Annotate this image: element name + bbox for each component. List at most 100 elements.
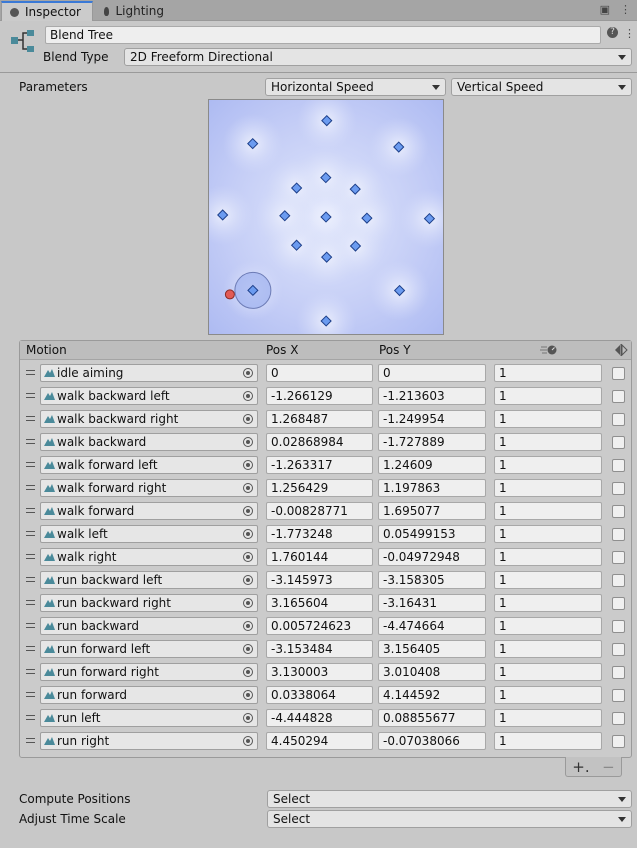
object-picker-icon[interactable] bbox=[243, 552, 253, 562]
object-picker-icon[interactable] bbox=[243, 506, 253, 516]
speed-field[interactable]: 1 bbox=[494, 640, 602, 658]
speed-field[interactable]: 1 bbox=[494, 387, 602, 405]
motion-field[interactable]: walk backward left bbox=[40, 387, 258, 405]
motion-field[interactable]: run right bbox=[40, 732, 258, 750]
pos-y-field[interactable]: 3.010408 bbox=[378, 663, 486, 681]
compute-positions-dropdown[interactable]: Select bbox=[267, 790, 632, 808]
motion-field[interactable]: walk forward right bbox=[40, 479, 258, 497]
pos-x-field[interactable]: 1.760144 bbox=[266, 548, 373, 566]
pos-y-field[interactable]: -0.04972948 bbox=[378, 548, 486, 566]
mirror-checkbox[interactable] bbox=[612, 574, 625, 587]
more-icon[interactable]: ⋮ bbox=[620, 3, 631, 16]
drag-handle-icon[interactable] bbox=[26, 623, 35, 628]
drag-handle-icon[interactable] bbox=[26, 485, 35, 490]
pos-y-field[interactable]: -1.213603 bbox=[378, 387, 486, 405]
speed-field[interactable]: 1 bbox=[494, 686, 602, 704]
motion-field[interactable]: run backward left bbox=[40, 571, 258, 589]
mirror-checkbox[interactable] bbox=[612, 390, 625, 403]
speed-field[interactable]: 1 bbox=[494, 364, 602, 382]
object-picker-icon[interactable] bbox=[243, 437, 253, 447]
pos-x-field[interactable]: -3.153484 bbox=[266, 640, 373, 658]
motion-field[interactable]: run forward bbox=[40, 686, 258, 704]
object-picker-icon[interactable] bbox=[243, 644, 253, 654]
object-picker-icon[interactable] bbox=[243, 690, 253, 700]
pos-x-field[interactable]: -1.773248 bbox=[266, 525, 373, 543]
pos-y-field[interactable]: 4.144592 bbox=[378, 686, 486, 704]
motion-field[interactable]: run backward bbox=[40, 617, 258, 635]
object-picker-icon[interactable] bbox=[243, 736, 253, 746]
speed-field[interactable]: 1 bbox=[494, 571, 602, 589]
blend-type-dropdown[interactable]: 2D Freeform Directional bbox=[124, 48, 632, 66]
mirror-checkbox[interactable] bbox=[612, 735, 625, 748]
drag-handle-icon[interactable] bbox=[26, 577, 35, 582]
speed-field[interactable]: 1 bbox=[494, 617, 602, 635]
speed-field[interactable]: 1 bbox=[494, 456, 602, 474]
pos-y-field[interactable]: -1.727889 bbox=[378, 433, 486, 451]
object-picker-icon[interactable] bbox=[243, 529, 253, 539]
pos-y-field[interactable]: -0.07038066 bbox=[378, 732, 486, 750]
object-picker-icon[interactable] bbox=[243, 368, 253, 378]
speed-field[interactable]: 1 bbox=[494, 594, 602, 612]
mirror-checkbox[interactable] bbox=[612, 482, 625, 495]
drag-handle-icon[interactable] bbox=[26, 370, 35, 375]
motion-field[interactable]: walk backward right bbox=[40, 410, 258, 428]
pos-x-field[interactable]: 0.02868984 bbox=[266, 433, 373, 451]
mirror-checkbox[interactable] bbox=[612, 666, 625, 679]
object-picker-icon[interactable] bbox=[243, 460, 253, 470]
help-icon[interactable]: ? bbox=[607, 27, 618, 38]
mirror-checkbox[interactable] bbox=[612, 551, 625, 564]
blend-diagram[interactable] bbox=[208, 99, 444, 335]
pos-y-field[interactable]: 1.695077 bbox=[378, 502, 486, 520]
speed-field[interactable]: 1 bbox=[494, 525, 602, 543]
motion-field[interactable]: run forward left bbox=[40, 640, 258, 658]
object-picker-icon[interactable] bbox=[243, 483, 253, 493]
motion-field[interactable]: run backward right bbox=[40, 594, 258, 612]
drag-handle-icon[interactable] bbox=[26, 508, 35, 513]
pos-y-field[interactable]: 0 bbox=[378, 364, 486, 382]
pos-x-field[interactable]: 3.165604 bbox=[266, 594, 373, 612]
mirror-checkbox[interactable] bbox=[612, 643, 625, 656]
pos-x-field[interactable]: -1.263317 bbox=[266, 456, 373, 474]
speed-field[interactable]: 1 bbox=[494, 479, 602, 497]
mirror-checkbox[interactable] bbox=[612, 597, 625, 610]
object-picker-icon[interactable] bbox=[243, 575, 253, 585]
mirror-checkbox[interactable] bbox=[612, 436, 625, 449]
tab-inspector[interactable]: Inspector bbox=[1, 1, 93, 21]
name-field[interactable]: Blend Tree bbox=[45, 26, 601, 44]
mirror-checkbox[interactable] bbox=[612, 367, 625, 380]
motion-field[interactable]: walk forward bbox=[40, 502, 258, 520]
pos-x-field[interactable]: 1.256429 bbox=[266, 479, 373, 497]
adjust-time-scale-dropdown[interactable]: Select bbox=[267, 810, 632, 828]
motion-field[interactable]: walk forward left bbox=[40, 456, 258, 474]
speed-field[interactable]: 1 bbox=[494, 732, 602, 750]
speed-field[interactable]: 1 bbox=[494, 663, 602, 681]
drag-handle-icon[interactable] bbox=[26, 692, 35, 697]
object-picker-icon[interactable] bbox=[243, 598, 253, 608]
pos-x-field[interactable]: 0.0338064 bbox=[266, 686, 373, 704]
speed-field[interactable]: 1 bbox=[494, 709, 602, 727]
pos-y-field[interactable]: -4.474664 bbox=[378, 617, 486, 635]
pos-x-field[interactable]: 1.268487 bbox=[266, 410, 373, 428]
pos-y-field[interactable]: 1.24609 bbox=[378, 456, 486, 474]
add-button[interactable]: +. bbox=[572, 758, 589, 776]
y-parameter-dropdown[interactable]: Vertical Speed bbox=[451, 78, 632, 96]
drag-handle-icon[interactable] bbox=[26, 715, 35, 720]
motion-field[interactable]: run forward right bbox=[40, 663, 258, 681]
drag-handle-icon[interactable] bbox=[26, 462, 35, 467]
object-picker-icon[interactable] bbox=[243, 667, 253, 677]
speed-field[interactable]: 1 bbox=[494, 502, 602, 520]
mirror-checkbox[interactable] bbox=[612, 413, 625, 426]
speed-field[interactable]: 1 bbox=[494, 433, 602, 451]
motion-field[interactable]: walk right bbox=[40, 548, 258, 566]
pos-y-field[interactable]: 1.197863 bbox=[378, 479, 486, 497]
object-picker-icon[interactable] bbox=[243, 414, 253, 424]
drag-handle-icon[interactable] bbox=[26, 439, 35, 444]
speed-field[interactable]: 1 bbox=[494, 410, 602, 428]
drag-handle-icon[interactable] bbox=[26, 416, 35, 421]
pos-x-field[interactable]: -3.145973 bbox=[266, 571, 373, 589]
pos-x-field[interactable]: -1.266129 bbox=[266, 387, 373, 405]
pos-y-field[interactable]: -3.16431 bbox=[378, 594, 486, 612]
object-picker-icon[interactable] bbox=[243, 621, 253, 631]
mirror-checkbox[interactable] bbox=[612, 505, 625, 518]
x-parameter-dropdown[interactable]: Horizontal Speed bbox=[265, 78, 446, 96]
